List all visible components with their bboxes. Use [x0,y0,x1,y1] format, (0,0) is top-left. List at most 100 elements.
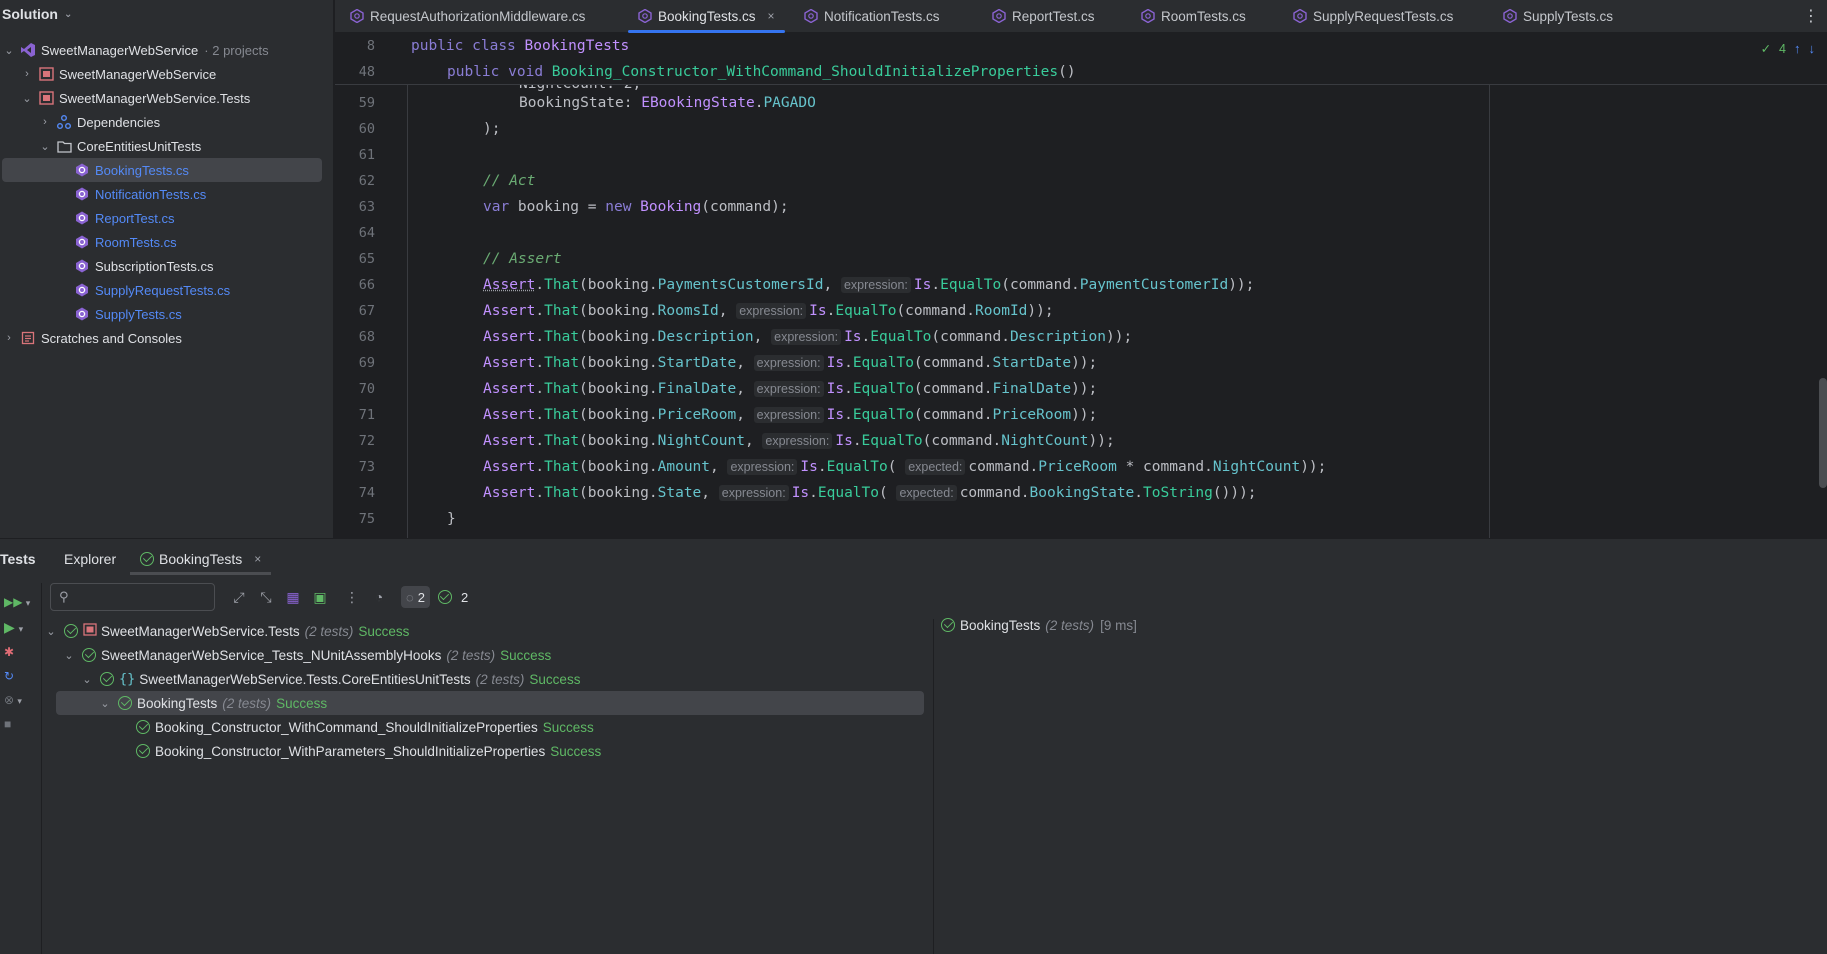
tree-item-file-supply[interactable]: SupplyTests.cs [74,302,182,326]
collapse-all-icon[interactable]: ⤡ [258,589,274,606]
group-by-icon[interactable]: ▦ [285,589,301,606]
rerun-icon[interactable]: ↻ [4,669,14,683]
inspection-count: 4 [1779,42,1786,56]
tab-label: NotificationTests.cs [824,9,940,24]
test-count: (2 tests) [222,696,271,711]
expand-arrow-icon[interactable]: ⌄ [80,673,94,686]
test-node-class[interactable]: ⌄ BookingTests (2 tests) Success [56,691,924,715]
line-number: 8 [335,38,375,54]
line-number: 64 [335,225,375,241]
line-number: 62 [335,173,375,189]
expand-arrow-icon[interactable]: › [38,116,52,128]
tab-tests[interactable]: Tests [0,551,36,567]
solution-explorer: Solution ⌄ ⌄ SweetManagerWebService · 2 … [0,0,334,538]
line-number: 60 [335,121,375,137]
expand-arrow-icon[interactable]: ⌄ [44,625,58,638]
run-icon[interactable]: ▶ ▾ [4,619,23,636]
tree-item-file-notification[interactable]: NotificationTests.cs [74,182,206,206]
passed-counter[interactable]: 2 [438,590,468,605]
tree-item-label: NotificationTests.cs [95,187,206,202]
tree-item-file-supplyrequest[interactable]: SupplyRequestTests.cs [74,278,230,302]
tab-notification-tests[interactable]: NotificationTests.cs [804,0,940,32]
tree-item-project-tests[interactable]: ⌄ SweetManagerWebService.Tests [20,86,250,110]
tree-item-file-booking[interactable]: BookingTests.cs [2,158,322,182]
tree-item-scratches[interactable]: › Scratches and Consoles [2,326,182,350]
editor-scrollbar-thumb[interactable] [1819,378,1827,488]
filter-icon[interactable]: ◔ [371,589,387,605]
test-node-method[interactable]: Booking_Constructor_WithCommand_ShouldIn… [136,715,594,739]
expand-arrow-icon[interactable]: › [20,68,34,80]
inspection-widget[interactable]: ✓ 4 ↑ ↓ [1761,41,1815,56]
code-comment: // Act [483,173,535,189]
parameter-hint: expression: [754,355,824,371]
solution-header[interactable]: Solution ⌄ [0,0,333,28]
close-icon[interactable]: × [768,9,775,23]
expand-arrow-icon[interactable]: › [2,332,16,344]
code-editor[interactable]: ✓ 4 ↑ ↓ 8 public class BookingTests 48 p… [335,33,1827,538]
expand-arrow-icon[interactable]: ⌄ [98,697,112,710]
test-status: Success [500,648,551,663]
expand-arrow-icon[interactable]: ⌄ [62,649,76,662]
tab-label: Tests [0,551,36,567]
tab-supply-request-tests[interactable]: SupplyRequestTests.cs [1293,0,1453,32]
line-number: 75 [335,511,375,527]
tree-item-label: SubscriptionTests.cs [95,259,214,274]
code-line: 62 // Act [335,168,1827,194]
expand-arrow-icon[interactable]: ⌄ [38,140,52,153]
tab-booking-tests-session[interactable]: BookingTests × [140,551,261,567]
code-text: Assert.That(booking.PaymentsCustomersId,… [483,277,1254,293]
csharp-file-icon [74,210,90,226]
code-text: Assert.That(booking.Description, express… [483,329,1132,345]
csharp-file-icon [992,9,1006,23]
stop-icon[interactable]: ■ [4,717,11,731]
cancel-icon[interactable]: ⊗ ▾ [4,693,22,707]
tab-room-tests[interactable]: RoomTests.cs [1141,0,1246,32]
test-node-assembly-hooks[interactable]: ⌄ SweetManagerWebService_Tests_NUnitAsse… [62,643,551,667]
running-counter[interactable]: ◌ 2 [401,586,430,608]
line-number: 71 [335,407,375,423]
solution-title[interactable]: Solution [2,6,58,22]
project-icon [83,623,97,639]
test-status: Success [276,696,327,711]
tree-item-solution[interactable]: ⌄ SweetManagerWebService · 2 projects [2,38,269,62]
tree-item-project-main[interactable]: › SweetManagerWebService [20,62,216,86]
tab-request-authorization-middleware[interactable]: RequestAuthorizationMiddleware.cs [350,0,585,32]
tree-item-file-subscription[interactable]: SubscriptionTests.cs [74,254,214,278]
export-icon[interactable]: ▣ [312,589,328,606]
tree-item-label: SweetManagerWebService [59,67,216,82]
tab-report-test[interactable]: ReportTest.cs [992,0,1095,32]
debug-icon[interactable]: ✱ [4,645,14,659]
tab-explorer[interactable]: Explorer [64,551,116,567]
details-duration: [9 ms] [1100,618,1137,633]
running-icon: ◌ [406,590,414,605]
tab-label: SupplyRequestTests.cs [1313,9,1453,24]
arrow-up-icon[interactable]: ↑ [1794,41,1801,56]
test-node-namespace[interactable]: ⌄ {} SweetManagerWebService.Tests.CoreEn… [80,667,580,691]
chevron-down-icon[interactable]: ⌄ [64,9,72,20]
close-icon[interactable]: × [254,552,261,566]
expand-arrow-icon[interactable]: ⌄ [2,44,16,57]
scratches-icon [20,330,36,346]
tree-item-folder[interactable]: ⌄ CoreEntitiesUnitTests [38,134,201,158]
test-node-method[interactable]: Booking_Constructor_WithParameters_Shoul… [136,739,601,763]
tree-item-file-room[interactable]: RoomTests.cs [74,230,177,254]
tab-supply-tests[interactable]: SupplyTests.cs [1503,0,1613,32]
tree-item-dependencies[interactable]: › Dependencies [38,110,160,134]
line-number: 70 [335,381,375,397]
success-check-icon [941,618,955,632]
expand-all-icon[interactable]: ⤢ [231,589,247,606]
tab-booking-tests[interactable]: BookingTests.cs × [638,0,775,32]
search-input[interactable]: ⚲ [50,583,215,611]
dependencies-icon [56,114,72,130]
run-all-icon[interactable]: ▶▶ ▾ [4,595,30,609]
expand-arrow-icon[interactable]: ⌄ [20,92,34,105]
more-options-icon[interactable]: ⋮ [344,589,360,606]
tree-item-label: Dependencies [77,115,160,130]
parameter-hint: expression: [754,381,824,397]
more-tabs-icon[interactable]: ⋮ [1803,0,1819,32]
test-node-project[interactable]: ⌄ SweetManagerWebService.Tests (2 tests)… [44,619,409,643]
tree-item-file-report[interactable]: ReportTest.cs [74,206,174,230]
line-number: 72 [335,433,375,449]
arrow-down-icon[interactable]: ↓ [1809,41,1816,56]
indent-guide [407,85,408,538]
